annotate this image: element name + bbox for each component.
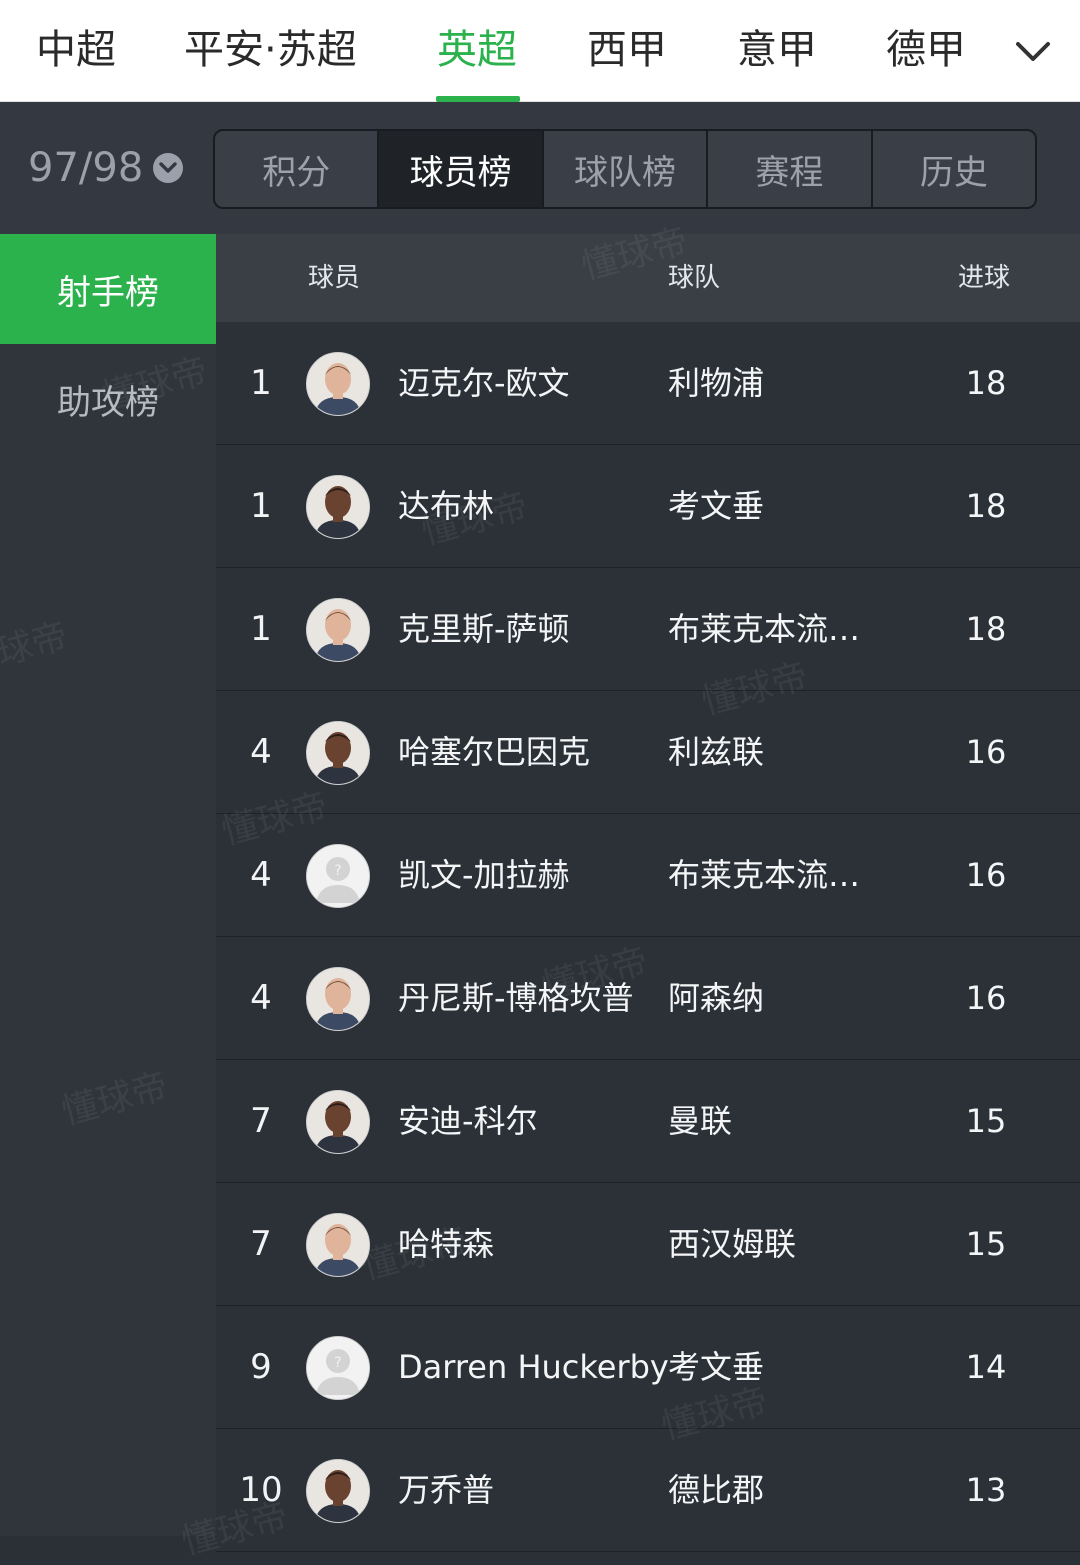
team-name-cell: 阿森纳 <box>668 979 765 1017</box>
league-tab-su-super[interactable]: 平安·苏超 <box>184 20 357 80</box>
table-row[interactable]: 1 达布林 考文垂 18 <box>216 445 1080 568</box>
player-avatar <box>306 1459 370 1523</box>
league-tab-epl[interactable]: 英超 <box>437 20 517 80</box>
team-name-cell: 西汉姆联 <box>668 1225 797 1263</box>
goals-cell: 16 <box>965 979 1007 1017</box>
scorers-table: 球员 球队 进球 1 迈克尔-欧文 利物浦 18 1 达布林 考文垂 18 1 克里斯-萨顿 布莱克… <box>216 234 1080 1552</box>
table-row[interactable]: 7 哈特森 西汉姆联 15 <box>216 1183 1080 1306</box>
table-row[interactable]: 4 丹尼斯-博格坎普 阿森纳 16 <box>216 937 1080 1060</box>
player-name-cell: 达布林 <box>398 487 495 525</box>
goals-cell: 16 <box>965 856 1007 894</box>
player-avatar <box>306 1213 370 1277</box>
rank-cell: 9 <box>250 1347 272 1387</box>
player-avatar <box>306 352 370 416</box>
tab-team-rankings[interactable]: 球队榜 <box>544 131 709 207</box>
season-label: 97/98 <box>28 145 144 191</box>
sidebar-item-top-assists[interactable]: 助攻榜 <box>0 344 216 454</box>
section-tabs: 积分 球员榜 球队榜 赛程 历史 <box>213 129 1037 209</box>
player-avatar <box>306 475 370 539</box>
table-row[interactable]: 7 安迪-科尔 曼联 15 <box>216 1060 1080 1183</box>
tab-standings[interactable]: 积分 <box>215 131 380 207</box>
rank-cell: 7 <box>250 1224 272 1264</box>
team-name-cell: 考文垂 <box>668 487 765 525</box>
player-name-cell: 哈特森 <box>398 1225 495 1263</box>
table-row[interactable]: 4? 凯文-加拉赫 布莱克本流… 16 <box>216 814 1080 937</box>
table-row[interactable]: 4 哈塞尔巴因克 利兹联 16 <box>216 691 1080 814</box>
player-name-cell: 丹尼斯-博格坎普 <box>398 979 634 1017</box>
team-name-cell: 德比郡 <box>668 1471 765 1509</box>
team-name-cell: 布莱克本流… <box>668 856 861 894</box>
tab-history[interactable]: 历史 <box>873 131 1035 207</box>
chevron-down-circle-icon <box>153 153 184 183</box>
ranking-type-sidebar: 射手榜 助攻榜 <box>0 234 216 1536</box>
rank-cell: 4 <box>250 978 272 1018</box>
chevron-down-icon[interactable] <box>1012 30 1054 72</box>
svg-text:?: ? <box>334 863 341 879</box>
tab-schedule[interactable]: 赛程 <box>708 131 873 207</box>
goals-cell: 18 <box>965 487 1007 525</box>
player-avatar <box>306 1090 370 1154</box>
team-name-cell: 利物浦 <box>668 364 765 402</box>
table-row[interactable]: 1 克里斯-萨顿 布莱克本流… 18 <box>216 568 1080 691</box>
rank-cell: 1 <box>250 609 272 649</box>
player-name-cell: 哈塞尔巴因克 <box>398 733 591 771</box>
player-name-cell: 迈克尔-欧文 <box>398 364 570 402</box>
team-name-cell: 曼联 <box>668 1102 733 1140</box>
goals-cell: 16 <box>965 733 1007 771</box>
goals-cell: 15 <box>965 1225 1007 1263</box>
rank-cell: 1 <box>250 486 272 526</box>
player-avatar: ? <box>306 1336 370 1400</box>
tab-player-rankings[interactable]: 球员榜 <box>379 131 544 207</box>
league-tab-csl[interactable]: 中超 <box>36 20 116 80</box>
rank-cell: 7 <box>250 1101 272 1141</box>
team-name-cell: 利兹联 <box>668 733 765 771</box>
player-avatar <box>306 967 370 1031</box>
goals-cell: 13 <box>965 1471 1007 1509</box>
goals-cell: 18 <box>965 364 1007 402</box>
player-name-cell: 凯文-加拉赫 <box>398 856 570 894</box>
rank-cell: 4 <box>250 732 272 772</box>
sidebar-item-top-scorers[interactable]: 射手榜 <box>0 234 216 344</box>
player-name-cell: Darren Huckerby <box>398 1348 669 1386</box>
player-name-cell: 克里斯-萨顿 <box>398 610 570 648</box>
table-row[interactable]: 10 万乔普 德比郡 13 <box>216 1429 1080 1552</box>
player-avatar <box>306 721 370 785</box>
column-header-goals: 进球 <box>958 263 1011 293</box>
goals-cell: 14 <box>965 1348 1007 1386</box>
goals-cell: 15 <box>965 1102 1007 1140</box>
league-tab-serie-a[interactable]: 意甲 <box>737 20 817 80</box>
column-header-team: 球队 <box>668 263 721 293</box>
team-name-cell: 布莱克本流… <box>668 610 861 648</box>
team-name-cell: 考文垂 <box>668 1348 765 1386</box>
league-tab-laliga[interactable]: 西甲 <box>587 20 667 80</box>
player-name-cell: 安迪-科尔 <box>398 1102 538 1140</box>
rank-cell: 4 <box>250 855 272 895</box>
rank-cell: 10 <box>239 1470 283 1510</box>
table-row[interactable]: 1 迈克尔-欧文 利物浦 18 <box>216 322 1080 445</box>
column-header-player: 球员 <box>308 263 361 293</box>
rank-cell: 1 <box>250 363 272 403</box>
season-selector[interactable]: 97/98 <box>28 142 184 194</box>
svg-text:?: ? <box>334 1355 341 1371</box>
goals-cell: 18 <box>965 610 1007 648</box>
sub-header: 97/98 积分 球员榜 球队榜 赛程 历史 <box>0 102 1080 234</box>
table-header: 球员 球队 进球 <box>216 234 1080 322</box>
player-name-cell: 万乔普 <box>398 1471 495 1509</box>
table-row[interactable]: 9? Darren Huckerby 考文垂 14 <box>216 1306 1080 1429</box>
league-tab-bar: 中超 平安·苏超 英超 西甲 意甲 德甲 <box>0 0 1080 102</box>
league-tab-bundesliga[interactable]: 德甲 <box>886 20 966 80</box>
player-avatar: ? <box>306 844 370 908</box>
player-avatar <box>306 598 370 662</box>
